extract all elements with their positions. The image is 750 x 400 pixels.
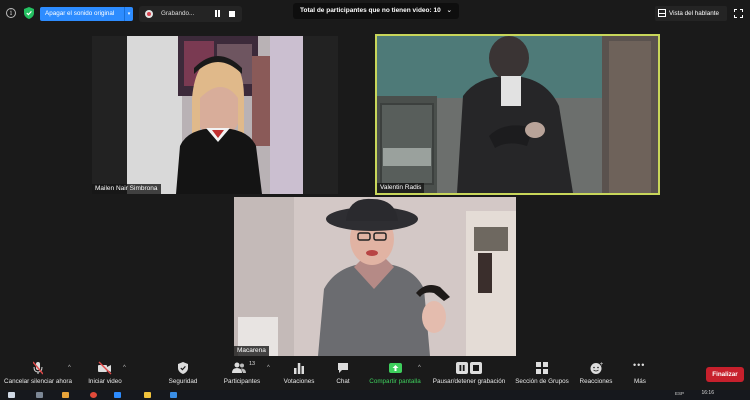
task-view-icon[interactable] [36, 392, 43, 398]
meeting-toolbar: ^ Cancelar silenciar ahora ^ Iniciar vid… [0, 356, 750, 390]
participant-video-feed [234, 197, 516, 356]
fullscreen-icon[interactable] [734, 9, 743, 18]
app-icon[interactable] [170, 392, 177, 398]
info-icon[interactable]: i [6, 8, 16, 18]
polls-label: Votaciones [283, 378, 315, 385]
chevron-up-icon[interactable]: ^ [68, 365, 71, 371]
chevron-up-icon[interactable]: ^ [418, 365, 421, 371]
shield-icon [178, 362, 188, 374]
security-label: Seguridad [168, 378, 198, 385]
start-video-label: Iniciar video [88, 378, 122, 385]
shield-icon[interactable] [24, 7, 34, 19]
participant-video-tile[interactable]: Mailen Nair Simbrona [92, 36, 338, 194]
share-screen-icon [389, 363, 402, 373]
video-off-icon [98, 361, 112, 375]
reactions-icon: + [590, 362, 604, 374]
windows-start-icon[interactable] [8, 392, 15, 398]
participant-video-feed [92, 36, 338, 194]
svg-text:+: + [600, 362, 604, 368]
active-speaker-video-tile[interactable]: Valentin Radis [375, 34, 660, 195]
end-meeting-button[interactable]: Finalizar [706, 367, 744, 382]
chat-icon [338, 363, 348, 373]
system-clock[interactable]: 16:16 [701, 390, 714, 396]
speaker-view-button[interactable]: Vista del hablante [655, 6, 727, 21]
stop-recording-icon[interactable] [229, 11, 235, 17]
breakout-rooms-icon [536, 362, 548, 374]
participants-label: Participantes [223, 378, 261, 385]
more-button[interactable]: ••• Más [626, 356, 654, 390]
recording-label: Grabando... [161, 10, 195, 17]
pause-stop-recording-button[interactable]: Pausar/detener grabación [430, 356, 508, 390]
more-icon: ••• [633, 360, 646, 370]
mute-label: Cancelar silenciar ahora [4, 378, 72, 385]
recording-icon [145, 10, 153, 18]
pause-recording-icon[interactable] [214, 10, 222, 18]
non-video-participants-label: Total de participantes que no tienen vid… [299, 7, 441, 14]
participant-name-tag: Mailen Nair Simbrona [92, 184, 161, 194]
start-video-button[interactable]: ^ Iniciar video [82, 356, 128, 390]
share-screen-button[interactable]: ^ Compartir pantalla [366, 356, 424, 390]
breakout-rooms-button[interactable]: Sección de Grupos [512, 356, 572, 390]
security-button[interactable]: Seguridad [163, 356, 203, 390]
participant-name-tag: Valentin Radis [377, 183, 425, 193]
keyboard-language[interactable]: ESP [675, 391, 684, 396]
chrome-icon[interactable] [90, 392, 97, 398]
chat-label: Chat [336, 378, 350, 385]
zoom-icon[interactable] [114, 392, 121, 398]
non-video-participants-button[interactable]: Total de participantes que no tienen vid… [293, 3, 459, 19]
reactions-label: Reacciones [579, 378, 613, 385]
speaker-view-label: Vista del hablante [669, 10, 719, 17]
pause-stop-recording-label: Pausar/detener grabación [432, 378, 506, 385]
reactions-button[interactable]: + Reacciones [576, 356, 616, 390]
chevron-down-icon: ▾ [127, 11, 131, 17]
view-layout-icon [658, 9, 666, 17]
meeting-top-bar: i Apagar el sonido original ▾ Grabando..… [0, 0, 750, 26]
participant-name-tag: Macarena [234, 346, 269, 356]
chevron-up-icon[interactable]: ^ [123, 365, 126, 371]
app-icon[interactable] [62, 392, 69, 398]
more-label: Más [634, 378, 646, 385]
muted-microphone-icon [33, 361, 43, 375]
polls-button[interactable]: Votaciones [280, 356, 318, 390]
chevron-down-icon: ⌄ [446, 7, 452, 14]
pause-stop-recording-icon [456, 362, 482, 374]
original-sound-button[interactable]: Apagar el sonido original [40, 7, 124, 21]
chat-button[interactable]: Chat [328, 356, 358, 390]
mute-button[interactable]: ^ Cancelar silenciar ahora [0, 356, 76, 390]
participant-count: 13 [249, 361, 256, 367]
breakout-rooms-label: Sección de Grupos [515, 378, 569, 385]
share-screen-label: Compartir pantalla [369, 378, 421, 385]
participant-video-feed [377, 36, 658, 193]
participants-button[interactable]: 13 ^ Participantes [218, 356, 270, 390]
polls-icon [294, 363, 304, 374]
participants-icon [232, 362, 246, 373]
recording-indicator: Grabando... [139, 6, 242, 22]
os-taskbar: ESP 16:16 [0, 390, 750, 400]
original-sound-dropdown[interactable]: ▾ [124, 7, 133, 21]
file-explorer-icon[interactable] [144, 392, 151, 398]
participant-video-tile[interactable]: Macarena [234, 197, 516, 356]
chevron-up-icon[interactable]: ^ [267, 365, 270, 371]
